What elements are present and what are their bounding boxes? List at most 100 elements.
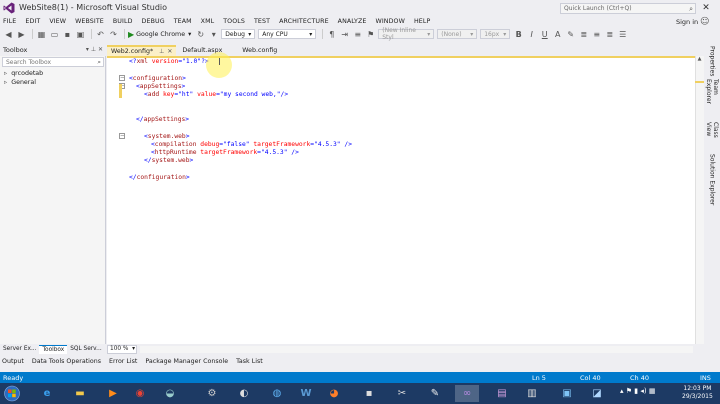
open-file-icon[interactable]: ▭	[49, 29, 60, 40]
sign-in-link[interactable]: Sign in	[676, 18, 698, 26]
toolbox-group-qrcodetab[interactable]: ▹ qrcodetab	[4, 70, 43, 77]
format-icon[interactable]: ¶	[326, 29, 337, 40]
save-all-icon[interactable]: ▣	[75, 29, 86, 40]
tab-output[interactable]: Output	[2, 358, 24, 365]
show-hidden-icons-icon[interactable]: ▴	[620, 387, 624, 395]
tab-class-view[interactable]: Class View	[704, 122, 720, 150]
menu-build[interactable]: BUILD	[113, 18, 133, 25]
menu-test[interactable]: TEST	[254, 18, 270, 25]
language-icon[interactable]: ▦	[649, 387, 656, 395]
align-left-icon[interactable]: ≣	[578, 29, 589, 40]
back-icon[interactable]: ◀	[3, 29, 14, 40]
underline-icon[interactable]: U	[539, 29, 550, 40]
justify-icon[interactable]: ☰	[617, 29, 628, 40]
globe-icon[interactable]: ◍	[265, 385, 289, 402]
editor-vertical-scrollbar[interactable]	[695, 56, 704, 344]
tab-sql-server[interactable]: SQL Serv...	[67, 345, 104, 354]
network-icon[interactable]: ▮	[634, 387, 638, 395]
word-icon[interactable]: W	[294, 385, 318, 402]
visual-studio-taskbar-icon[interactable]: ∞	[455, 385, 479, 402]
tab-data-tools-operations[interactable]: Data Tools Operations	[32, 358, 101, 365]
solution-platform-select[interactable]: Any CPU ▾	[258, 29, 317, 39]
menu-architecture[interactable]: ARCHITECTURE	[279, 18, 329, 25]
new-project-icon[interactable]: ▦	[36, 29, 47, 40]
editor-horizontal-scrollbar[interactable]	[140, 346, 693, 353]
tab-toolbox[interactable]: Toolbox	[39, 345, 68, 354]
pin-icon[interactable]: ⊥	[159, 48, 164, 55]
menu-team[interactable]: TEAM	[174, 18, 192, 25]
close-icon[interactable]: ✕	[167, 48, 172, 55]
font-size-select[interactable]: 16px ▾	[480, 29, 511, 39]
windows-start-icon[interactable]	[3, 385, 21, 402]
chevron-down-icon[interactable]: ▾	[208, 29, 219, 40]
start-debugging-button[interactable]: ▶ Google Chrome ▾	[128, 30, 191, 39]
document-icon[interactable]: ▥	[520, 385, 544, 402]
scroll-up-icon[interactable]: ▲	[695, 56, 704, 64]
chrome-icon[interactable]: ◉	[128, 385, 152, 402]
bookmark-icon[interactable]: ⚑	[365, 29, 376, 40]
close-icon[interactable]: ✕	[98, 46, 103, 53]
align-center-icon[interactable]: ≡	[591, 29, 602, 40]
menu-debug[interactable]: DEBUG	[142, 18, 165, 25]
menu-file[interactable]: FILE	[3, 18, 16, 25]
paint-icon[interactable]: ◒	[158, 385, 182, 402]
system-clock[interactable]: 12:03 PM 29/3/2015	[682, 385, 713, 401]
font-color-icon[interactable]: A	[552, 29, 563, 40]
target-rule-select[interactable]: (New Inline Styl ▾	[378, 27, 435, 41]
settings-icon[interactable]: ⚙	[200, 385, 224, 402]
align-right-icon[interactable]: ≣	[604, 29, 615, 40]
menu-edit[interactable]: EDIT	[25, 18, 40, 25]
collapse-icon[interactable]: −	[119, 75, 125, 81]
tool-icon[interactable]: ✂	[390, 385, 414, 402]
save-icon[interactable]: ▪	[62, 29, 73, 40]
notepad-icon[interactable]: ✎	[423, 385, 447, 402]
tab-properties[interactable]: Properties	[704, 46, 720, 76]
highlight-icon[interactable]: ✎	[565, 29, 576, 40]
zoom-select[interactable]: 100 % ▾	[107, 345, 137, 354]
chevron-down-icon[interactable]: ▾	[86, 46, 89, 53]
tab-task-list[interactable]: Task List	[236, 358, 263, 365]
quick-launch-input[interactable]: Quick Launch (Ctrl+Q) ⌕	[560, 3, 696, 14]
internet-explorer-icon[interactable]: e	[35, 385, 59, 402]
file-explorer-icon[interactable]: ▬	[68, 385, 92, 402]
indent-icon[interactable]: ⇥	[339, 29, 350, 40]
close-button[interactable]: ✕	[692, 0, 720, 16]
tab-package-manager-console[interactable]: Package Manager Console	[145, 358, 228, 365]
tab-team-explorer[interactable]: Team Explorer	[704, 79, 720, 119]
bold-icon[interactable]: B	[513, 29, 524, 40]
photo-icon[interactable]: ◪	[585, 385, 609, 402]
firefox-icon[interactable]: ◕	[322, 385, 346, 402]
forward-icon[interactable]: ▶	[16, 29, 27, 40]
tab-solution-explorer[interactable]: Solution Explorer	[704, 154, 720, 206]
undo-icon[interactable]: ↶	[95, 29, 106, 40]
user-icon[interactable]: ☺	[700, 17, 709, 27]
font-name-select[interactable]: (None) ▾	[437, 29, 478, 39]
flag-icon[interactable]: ⚑	[626, 387, 632, 395]
toolbox-search-input[interactable]: Search Toolbox ⌕	[2, 57, 104, 67]
collapse-icon[interactable]: −	[119, 133, 125, 139]
comment-icon[interactable]: ≡	[352, 29, 363, 40]
menu-view[interactable]: VIEW	[49, 18, 66, 25]
menu-window[interactable]: WINDOW	[376, 18, 405, 25]
solution-configuration-select[interactable]: Debug ▾	[221, 29, 256, 39]
menu-help[interactable]: HELP	[414, 18, 430, 25]
command-prompt-icon[interactable]: ▪	[357, 385, 381, 402]
menu-tools[interactable]: TOOLS	[223, 18, 245, 25]
menu-xml[interactable]: XML	[201, 18, 215, 25]
menu-website[interactable]: WEBSITE	[75, 18, 104, 25]
window-icon[interactable]: ▣	[555, 385, 579, 402]
tab-web2-config[interactable]: Web2.config* ⊥ ✕	[107, 45, 177, 56]
toolbox-group-general[interactable]: ▹ General	[4, 79, 36, 86]
italic-icon[interactable]: I	[526, 29, 537, 40]
code-editor[interactable]: − − − <?xml version="1.0"?> <configurati…	[107, 56, 695, 344]
volume-icon[interactable]: ◂)	[640, 387, 646, 395]
refresh-icon[interactable]: ↻	[195, 29, 206, 40]
media-player-icon[interactable]: ▶	[101, 385, 125, 402]
menu-analyze[interactable]: ANALYZE	[338, 18, 367, 25]
redo-icon[interactable]: ↷	[108, 29, 119, 40]
winrar-icon[interactable]: ▤	[490, 385, 514, 402]
tab-error-list[interactable]: Error List	[109, 358, 137, 365]
media-icon[interactable]: ◐	[232, 385, 256, 402]
pin-icon[interactable]: ⊥	[91, 46, 96, 53]
tab-web-config[interactable]: Web.config	[238, 45, 281, 56]
